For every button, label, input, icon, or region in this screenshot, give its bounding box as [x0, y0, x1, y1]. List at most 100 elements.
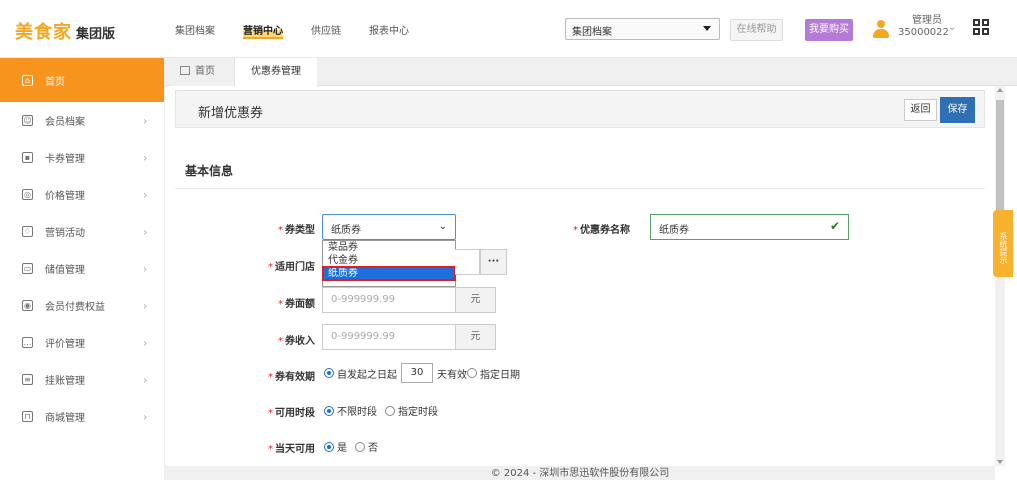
- card-icon: ▪: [22, 152, 33, 163]
- sidebar-item-paid-benefit[interactable]: ◉ 会员付费权益 ›: [0, 287, 164, 324]
- income-unit: 元: [456, 324, 496, 350]
- mall-icon: ⊓: [22, 411, 33, 422]
- time-period-options: 不限时段 指定时段: [324, 403, 438, 418]
- sidebar-item-mall[interactable]: ⊓ 商城管理 ›: [0, 398, 164, 435]
- validity-opt2-label: 指定日期: [480, 369, 520, 381]
- chevron-right-icon: ›: [143, 262, 148, 275]
- sidebar-item-label: 会员付费权益: [45, 302, 105, 313]
- credit-icon: ≡: [22, 374, 33, 385]
- system-tip-tab[interactable]: 系统提示: [993, 210, 1013, 277]
- radio-no[interactable]: [355, 441, 365, 452]
- chevron-right-icon: ›: [143, 114, 148, 127]
- user-role: 管理员: [912, 15, 942, 26]
- same-day-opt2-label: 否: [368, 443, 378, 454]
- footer: © 2024 - 深圳市思迅软件股份有限公司: [165, 466, 995, 480]
- same-day-options: 是 否: [324, 439, 378, 454]
- page-header: 新增优惠券 返回 保存: [175, 90, 985, 128]
- sidebar-item-label: 商城管理: [45, 413, 85, 424]
- user-info[interactable]: 管理员 35000022: [898, 15, 949, 39]
- same-day-opt1-label: 是: [337, 443, 347, 454]
- page-title: 新增优惠券: [198, 106, 264, 121]
- user-id: 35000022: [898, 27, 949, 38]
- tab-coupon-management[interactable]: 优惠券管理: [235, 58, 317, 86]
- radio-yes[interactable]: [324, 441, 334, 452]
- sidebar-item-label: 营销活动: [45, 228, 85, 239]
- marketing-icon: ♢: [22, 226, 33, 237]
- scroll-down-icon[interactable]: [997, 460, 1003, 464]
- time-period-opt2-label: 指定时段: [398, 407, 438, 418]
- group-select[interactable]: 集团档案: [565, 18, 720, 40]
- topnav-reports[interactable]: 报表中心: [369, 22, 409, 39]
- sidebar-item-credit[interactable]: ≡ 挂账管理 ›: [0, 361, 164, 398]
- paid-benefit-icon: ◉: [22, 300, 33, 311]
- validity-opt1-prefix: 自发起之日起: [337, 369, 397, 381]
- validity-label: * 券有效期: [268, 372, 315, 383]
- sidebar-item-label: 评价管理: [45, 339, 85, 350]
- logo-edition: 集团版: [76, 27, 116, 42]
- home-icon: [180, 66, 190, 75]
- logo-brand: 美食家: [15, 22, 72, 43]
- sidebar-item-review[interactable]: … 评价管理 ›: [0, 324, 164, 361]
- sidebar-item-coupon[interactable]: ▪ 卡券管理 ›: [0, 139, 164, 176]
- tab-home[interactable]: 首页: [170, 58, 235, 86]
- radio-from-issue[interactable]: [324, 368, 334, 378]
- sidebar-item-marketing[interactable]: ♢ 营销活动 ›: [0, 213, 164, 250]
- coupon-type-value: 纸质券: [331, 225, 361, 236]
- topnav-marketing[interactable]: 营销中心: [243, 22, 283, 39]
- sidebar-item-home[interactable]: ⌂ 首页: [0, 58, 164, 102]
- back-button[interactable]: 返回: [904, 99, 937, 121]
- chevron-down-icon[interactable]: ⌄: [948, 22, 956, 33]
- coupon-type-dropdown: 菜品券 代金券 纸质券: [322, 240, 456, 287]
- time-period-opt1-label: 不限时段: [337, 407, 377, 418]
- section-title: 基本信息: [185, 164, 234, 178]
- tab-home-label: 首页: [195, 66, 215, 77]
- review-icon: …: [22, 337, 33, 348]
- save-button[interactable]: 保存: [940, 97, 975, 123]
- divider: [175, 188, 985, 189]
- sidebar-item-label: 会员档案: [45, 117, 85, 128]
- sidebar-item-price[interactable]: ◎ 价格管理 ›: [0, 176, 164, 213]
- chevron-right-icon: ›: [143, 373, 148, 386]
- option-dish-coupon[interactable]: 菜品券: [323, 241, 455, 254]
- tab-bar: 首页 优惠券管理: [165, 58, 1017, 86]
- buy-button[interactable]: 我要购买: [805, 19, 853, 41]
- face-value-input[interactable]: 0-999999.99: [322, 287, 456, 313]
- coupon-name-input[interactable]: 纸质券 ✔: [650, 214, 849, 240]
- caret-down-icon: [703, 26, 711, 31]
- sidebar-item-stored-value[interactable]: ▭ 储值管理 ›: [0, 250, 164, 287]
- option-paper-coupon[interactable]: 纸质券: [322, 266, 456, 281]
- sidebar-item-label: 挂账管理: [45, 376, 85, 387]
- top-nav: 集团档案 营销中心 供应链 报表中心: [175, 22, 437, 39]
- store-picker-button[interactable]: ···: [480, 249, 507, 275]
- logo: 美食家 集团版: [15, 18, 116, 43]
- stored-value-icon: ▭: [22, 263, 33, 274]
- radio-unlimited-time[interactable]: [324, 405, 334, 416]
- main-content: 新增优惠券 返回 保存 基本信息 * 券类型 纸质券 ⌄ 菜品券 代金券 纸质券 …: [165, 86, 995, 466]
- chevron-down-icon: ⌄: [438, 221, 447, 232]
- income-label: * 券收入: [278, 336, 315, 347]
- coupon-name-value: 纸质券: [659, 225, 689, 236]
- radio-specific-time[interactable]: [385, 405, 395, 416]
- qr-code-icon[interactable]: [973, 19, 989, 35]
- sidebar-item-member[interactable]: ☺ 会员档案 ›: [0, 102, 164, 139]
- topnav-group-archive[interactable]: 集团档案: [175, 22, 215, 39]
- store-input[interactable]: [455, 249, 480, 275]
- group-select-value: 集团档案: [572, 27, 612, 38]
- chevron-right-icon: ›: [143, 188, 148, 201]
- validity-days-input[interactable]: 30: [401, 363, 433, 383]
- validity-opt1-suffix: 天有效: [437, 369, 467, 381]
- coupon-type-label: * 券类型: [278, 225, 315, 236]
- option-voucher[interactable]: 代金券: [323, 254, 455, 267]
- store-label: * 适用门店: [268, 262, 315, 273]
- income-input[interactable]: 0-999999.99: [322, 324, 456, 350]
- sidebar-item-label: 卡券管理: [45, 154, 85, 165]
- home-icon: ⌂: [22, 74, 33, 86]
- sidebar-item-label: 价格管理: [45, 191, 85, 202]
- sidebar-item-label: 储值管理: [45, 265, 85, 276]
- topnav-supply-chain[interactable]: 供应链: [311, 22, 341, 39]
- help-button[interactable]: 在线帮助: [730, 19, 783, 41]
- radio-specific-date[interactable]: [467, 368, 477, 378]
- user-icon[interactable]: [873, 20, 889, 40]
- scroll-up-icon[interactable]: [997, 88, 1003, 92]
- coupon-type-select[interactable]: 纸质券 ⌄: [322, 214, 456, 240]
